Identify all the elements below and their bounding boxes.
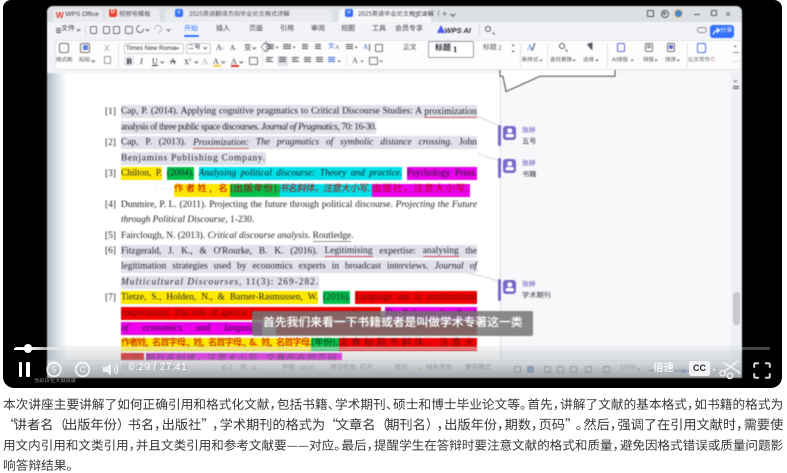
svg-text:5: 5 — [52, 365, 57, 374]
svg-text:C: C — [80, 365, 86, 374]
